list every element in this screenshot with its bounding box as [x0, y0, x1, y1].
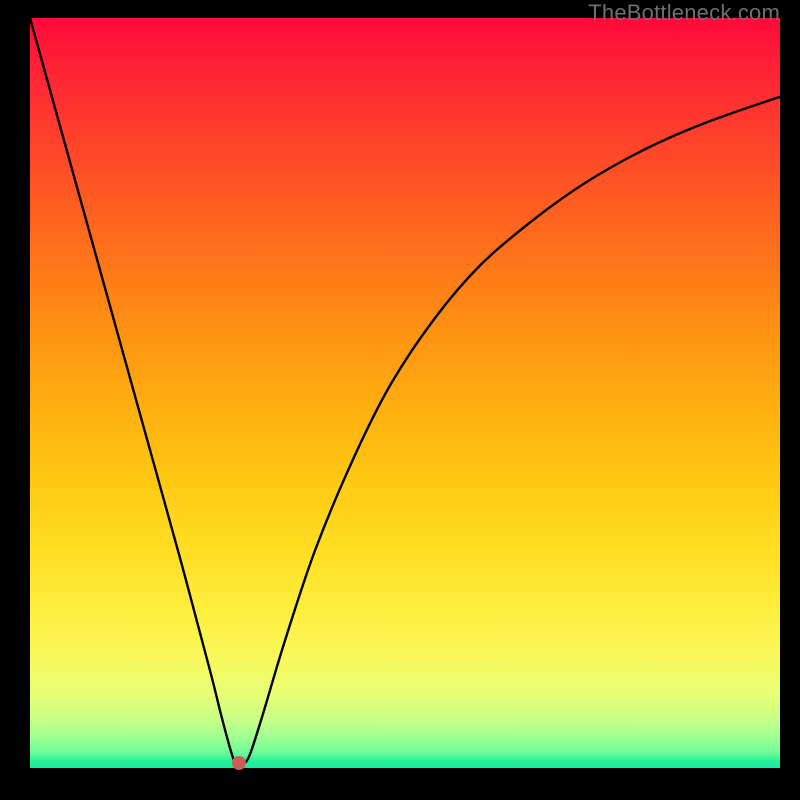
- chart-container: TheBottleneck.com: [0, 0, 800, 800]
- curve-path: [30, 18, 780, 765]
- bottleneck-curve: [30, 18, 780, 768]
- watermark-text: TheBottleneck.com: [588, 0, 780, 26]
- marker-point: [232, 756, 246, 770]
